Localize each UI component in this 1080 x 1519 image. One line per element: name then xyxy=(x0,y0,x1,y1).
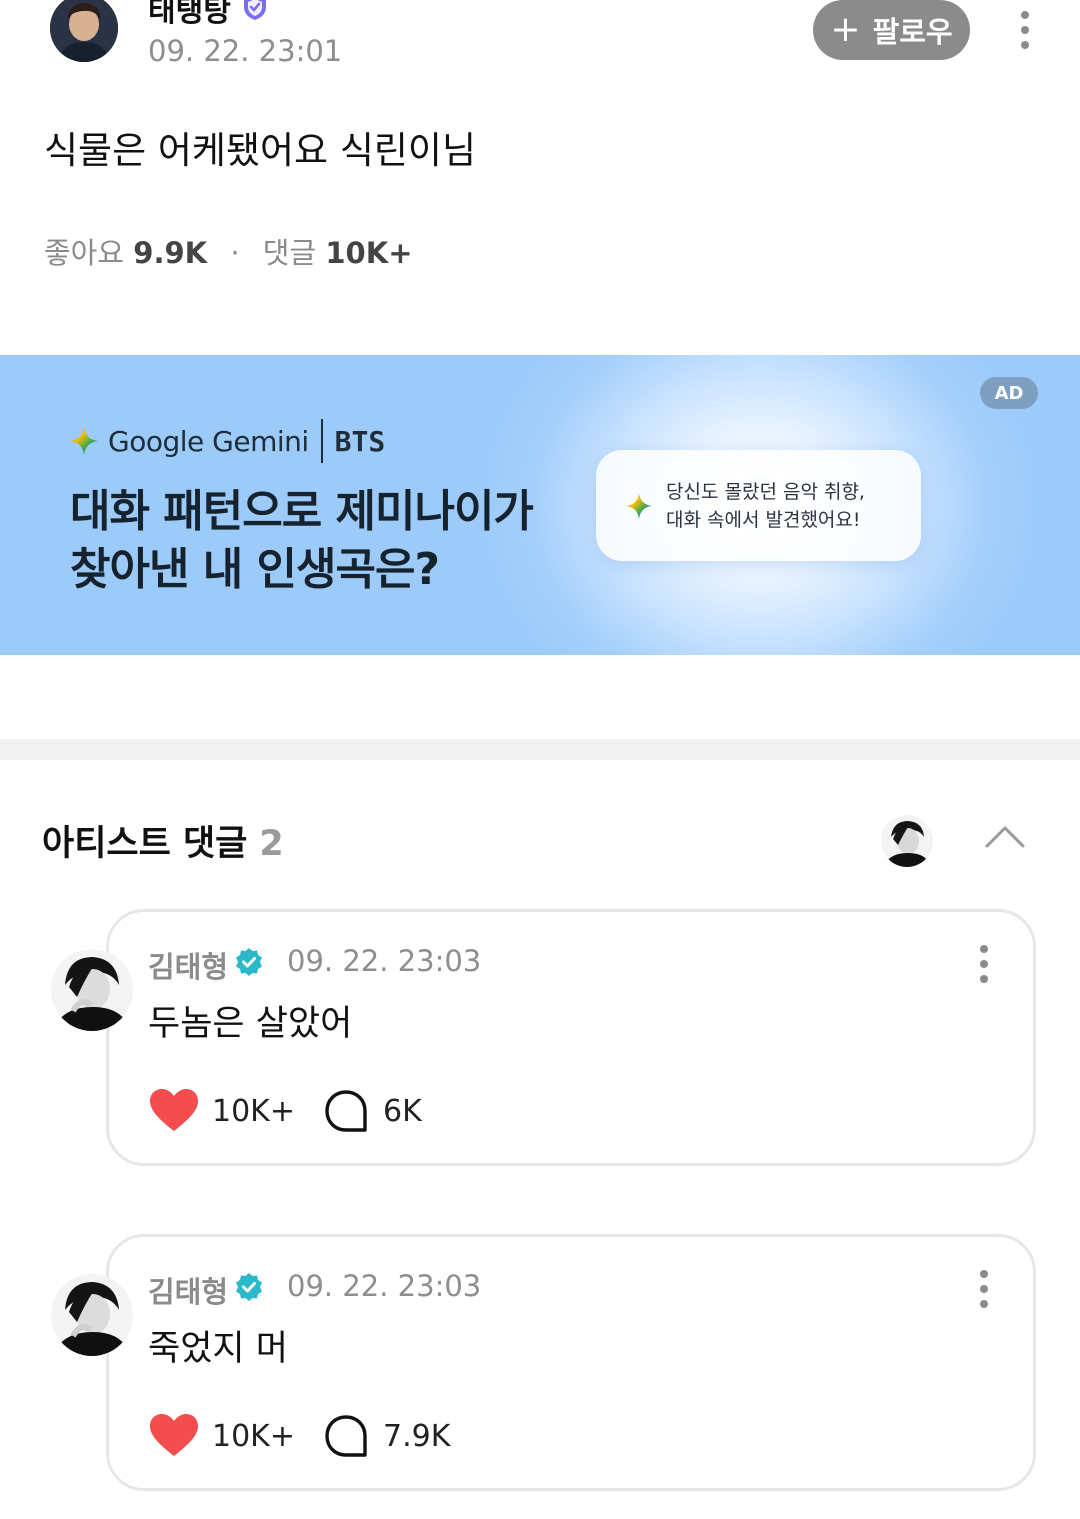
comment-author-avatar[interactable] xyxy=(51,1274,133,1356)
ad-headline: 대화 패턴으로 제미나이가 찾아낸 내 인생곡은? xyxy=(70,483,534,599)
comment-more-icon[interactable] xyxy=(974,1270,994,1308)
ad-bubble-line2: 대화 속에서 발견했어요! xyxy=(666,508,861,531)
post-body-text: 식물은 어케됐어요 식린이님 xyxy=(44,129,477,172)
heart-icon xyxy=(150,1414,198,1456)
post-timestamp: 09. 22. 23:01 xyxy=(148,34,343,68)
comment-text: 죽었지 머 xyxy=(148,1329,288,1369)
comment-timestamp: 09. 22. 23:03 xyxy=(287,944,482,978)
likes-count: 9.9K xyxy=(133,236,208,270)
verified-badge-icon xyxy=(234,1272,264,1302)
comments-label: 댓글 xyxy=(262,236,317,270)
ad-brand-divider xyxy=(320,419,323,463)
comment-text: 두놈은 살았어 xyxy=(148,1004,353,1044)
verified-badge-icon xyxy=(240,0,270,22)
comment-author-avatar[interactable] xyxy=(51,949,133,1031)
chevron-up-icon[interactable] xyxy=(985,822,1025,852)
comment-bubble-icon xyxy=(325,1090,367,1132)
comment-reply-button[interactable]: 7.9K xyxy=(324,1414,450,1459)
follow-label: 팔로우 xyxy=(872,15,953,49)
ad-chat-bubble: 당신도 몰랐던 음악 취향, 대화 속에서 발견했어요! xyxy=(596,450,921,561)
comments-count: 10K+ xyxy=(325,236,413,270)
post-stats: 좋아요 9.9K · 댓글 10K+ xyxy=(44,230,413,272)
verified-badge-icon xyxy=(234,947,264,977)
comment-author-name[interactable]: 김태형 xyxy=(148,1269,228,1311)
section-divider xyxy=(0,739,1080,760)
comment-like-count: 10K+ xyxy=(212,1418,295,1454)
ad-headline-line2: 찾아낸 내 인생곡은? xyxy=(70,544,440,595)
follow-button[interactable]: + 팔로우 xyxy=(813,0,970,60)
ad-bubble-text: 당신도 몰랐던 음악 취향, 대화 속에서 발견했어요! xyxy=(666,478,865,534)
ad-tag: AD xyxy=(980,377,1038,409)
post-more-icon[interactable] xyxy=(1015,11,1035,49)
gemini-spark-icon xyxy=(626,492,652,519)
artist-comments-title: 아티스트 댓글 2 xyxy=(42,815,284,866)
stats-separator: · xyxy=(230,236,240,270)
comment-like-button[interactable]: 10K+ xyxy=(150,1089,295,1133)
comment-reply-count: 7.9K xyxy=(383,1419,451,1454)
comment-like-button[interactable]: 10K+ xyxy=(150,1414,295,1458)
post-author-name[interactable]: 태탱탕 xyxy=(148,0,231,30)
artist-avatar-small[interactable] xyxy=(881,815,933,867)
ad-brand-name: Google Gemini xyxy=(108,424,309,458)
comment-reply-count: 6K xyxy=(383,1094,422,1129)
ad-bubble-line1: 당신도 몰랐던 음악 취향, xyxy=(666,480,865,503)
artist-comments-count: 2 xyxy=(259,824,284,864)
plus-icon: + xyxy=(830,9,861,50)
comment-bubble-icon xyxy=(325,1415,367,1457)
ad-headline-line1: 대화 패턴으로 제미나이가 xyxy=(70,486,534,537)
comment-author-name[interactable]: 김태형 xyxy=(148,944,228,986)
comment-like-count: 10K+ xyxy=(212,1093,295,1129)
ad-brand: Google Gemini BTS xyxy=(70,419,385,463)
comment-reply-button[interactable]: 6K xyxy=(324,1089,422,1134)
ad-banner[interactable]: Google Gemini BTS 대화 패턴으로 제미나이가 찾아낸 내 인생… xyxy=(0,355,1080,655)
comment-timestamp: 09. 22. 23:03 xyxy=(287,1269,482,1303)
post-author-avatar[interactable] xyxy=(50,0,118,62)
likes-label: 좋아요 xyxy=(44,236,125,270)
artist-comments-label: 아티스트 댓글 xyxy=(42,824,248,864)
heart-icon xyxy=(150,1089,198,1131)
gemini-spark-icon xyxy=(70,427,98,455)
comment-more-icon[interactable] xyxy=(974,945,994,983)
ad-partner-name: BTS xyxy=(334,424,386,458)
